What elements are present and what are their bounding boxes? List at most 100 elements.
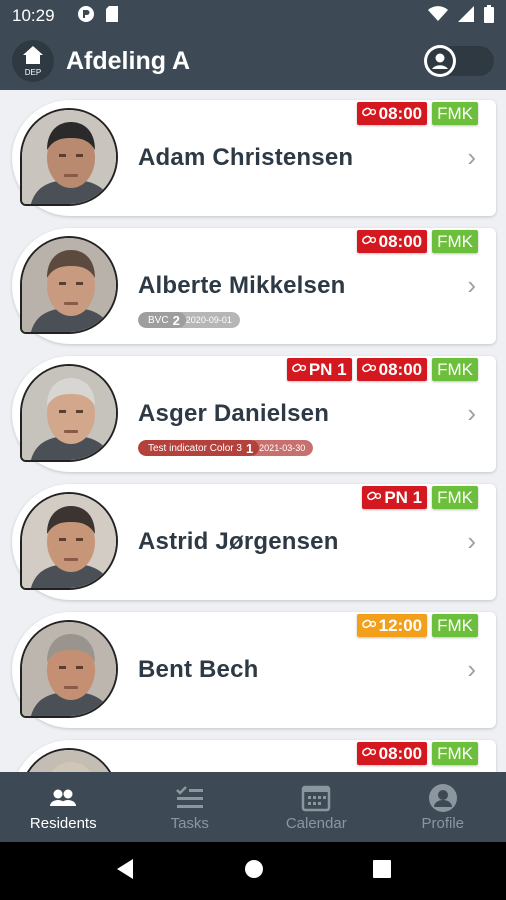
chevron-right-icon: › (467, 270, 476, 300)
resident-name: Adam Christensen (138, 144, 354, 171)
resident-card[interactable]: Alberte Mikkelsen › 08:00 FMK BVC 2 2020-09-01 (12, 228, 496, 344)
nav-residents[interactable]: Residents (0, 772, 127, 842)
nav-tasks-label: Tasks (170, 814, 209, 832)
app-bar: DEP Afdeling A (0, 32, 506, 90)
indicator-date: 2020-09-01 (179, 312, 240, 328)
status-bar: 10:29 (0, 0, 506, 32)
indicator-label: BVC (148, 314, 169, 326)
pill-icon (361, 618, 376, 633)
calendar-icon (301, 783, 331, 813)
nav-profile[interactable]: Profile (380, 772, 506, 842)
indicator-main: BVC 2 (138, 312, 186, 328)
chevron-right-icon: › (467, 526, 476, 556)
nav-residents-label: Residents (29, 814, 97, 832)
pill-icon (367, 490, 382, 505)
chevron-right-icon: › (467, 398, 476, 428)
dep-label: DEP (24, 68, 42, 77)
pill-icon (361, 746, 376, 761)
recents-icon[interactable] (373, 859, 392, 883)
battery-icon (484, 4, 494, 28)
nav-calendar[interactable]: Calendar (253, 772, 380, 842)
sd-card-icon (105, 5, 119, 28)
nav-calendar-label: Calendar (285, 814, 347, 832)
resident-name: Alberte Mikkelsen (138, 272, 346, 299)
resident-card[interactable]: Adam Christensen › 08:00 FMK (12, 100, 496, 216)
indicator-main: Test indicator Color 31 (138, 440, 260, 456)
badge-text: FMK (437, 615, 473, 635)
badge-group: 08:00 FMK (356, 742, 478, 765)
badge-text: FMK (437, 743, 473, 763)
home-icon (22, 45, 44, 70)
fmk-badge[interactable]: FMK (432, 358, 478, 381)
resident-list[interactable]: Adam Christensen › 08:00 FMK Alberte Mikkels… (0, 90, 506, 772)
user-toggle[interactable] (424, 45, 494, 77)
medication-badge[interactable]: 08:00 (356, 358, 428, 381)
nav-tasks[interactable]: Tasks (127, 772, 254, 842)
badge-group: PN 1 FMK (362, 486, 478, 509)
status-indicator[interactable]: BVC 2 2020-09-01 (138, 312, 240, 328)
wifi-icon (428, 5, 448, 27)
badge-text: 08:00 (378, 359, 423, 379)
home-button-icon[interactable] (244, 859, 264, 884)
resident-photo (20, 108, 118, 206)
status-indicator[interactable]: Test indicator Color 3 1 2021-03-30 (138, 440, 314, 456)
resident-photo (20, 492, 118, 590)
indicator-count: 1 (245, 440, 254, 456)
nav-profile-label: Profile (421, 814, 465, 832)
fmk-badge[interactable]: FMK (432, 230, 478, 253)
department-button[interactable]: DEP (12, 40, 54, 82)
indicator-date: 2021-03-30 (253, 440, 314, 456)
back-icon[interactable] (115, 858, 135, 885)
medication-badge[interactable]: 12:00 (356, 614, 428, 637)
app-notification-icon (77, 5, 95, 28)
resident-card[interactable]: Bent Bech › 12:00 FMK (12, 612, 496, 728)
indicator-count: 2 (172, 312, 180, 328)
badge-text: 08:00 (378, 103, 423, 123)
badge-text: 08:00 (378, 231, 423, 251)
chevron-right-icon: › (467, 142, 476, 172)
profile-icon (428, 783, 458, 813)
fmk-badge[interactable]: FMK (432, 486, 478, 509)
badge-group: 08:00 FMK (356, 230, 478, 253)
signal-icon (458, 5, 474, 27)
indicator-label: Test indicator Color 3 (148, 442, 242, 454)
tasks-icon (175, 783, 205, 813)
resident-name: Astrid Jørgensen (138, 528, 339, 555)
resident-name: Bent Bech (138, 656, 259, 683)
resident-card[interactable]: Asger Danielsen › PN 1 08:00 FMK Test indicat… (12, 356, 496, 472)
resident-photo (20, 236, 118, 334)
fmk-badge[interactable]: FMK (432, 742, 478, 765)
bottom-nav: Residents Tasks Calendar Profile (0, 772, 506, 842)
pill-icon (361, 234, 376, 249)
badge-group: PN 1 08:00 FMK (286, 358, 478, 381)
residents-icon (48, 783, 78, 813)
badge-text: FMK (437, 487, 473, 507)
badge-text: 12:00 (378, 615, 423, 635)
resident-photo (20, 364, 118, 462)
medication-badge[interactable]: 08:00 (356, 742, 428, 765)
badge-text: FMK (437, 231, 473, 251)
resident-card[interactable]: Astrid Jørgensen › PN 1 FMK (12, 484, 496, 600)
status-time: 10:29 (12, 6, 55, 25)
user-avatar-icon (424, 45, 456, 77)
fmk-badge[interactable]: FMK (432, 102, 478, 125)
badge-text: FMK (437, 359, 473, 379)
badge-text: PN 1 (384, 487, 423, 507)
chevron-right-icon: › (467, 654, 476, 684)
pill-icon (361, 106, 376, 121)
page-title: Afdeling A (66, 46, 191, 75)
pill-icon (291, 362, 306, 377)
fmk-badge[interactable]: FMK (432, 614, 478, 637)
resident-photo (20, 748, 118, 772)
medication-badge[interactable]: 08:00 (356, 102, 428, 125)
medication-badge[interactable]: 08:00 (356, 230, 428, 253)
resident-photo (20, 620, 118, 718)
medication-badge[interactable]: PN 1 (286, 358, 352, 381)
badge-text: FMK (437, 103, 473, 123)
badge-group: 08:00 FMK (356, 102, 478, 125)
resident-name: Asger Danielsen (138, 400, 330, 427)
badge-text: 08:00 (378, 743, 423, 763)
medication-badge[interactable]: PN 1 (362, 486, 428, 509)
resident-card[interactable]: ›08:00FMK (12, 740, 496, 772)
badge-text: PN 1 (308, 359, 347, 379)
